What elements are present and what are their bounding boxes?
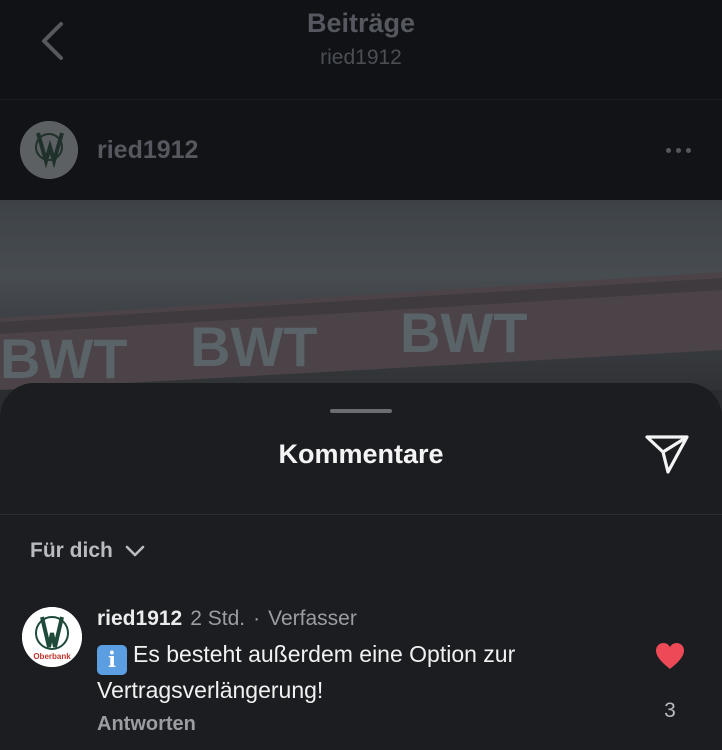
comment-text: i Es besteht außerdem eine Option zur Ver… [97, 639, 637, 705]
avatar[interactable]: Oberbank [22, 607, 82, 667]
oberbank-logo-text: Oberbank [33, 652, 71, 661]
info-emoji-icon: i [97, 645, 127, 675]
author-badge: Verfasser [268, 607, 357, 630]
page-subtitle: ried1912 [320, 46, 402, 69]
club-logo-icon [20, 121, 78, 179]
like-count: 3 [664, 699, 676, 722]
comment-header: ried1912 2 Std. · Verfasser [97, 607, 357, 631]
reply-button[interactable]: Antworten [97, 713, 196, 736]
post-username[interactable]: ried1912 [97, 136, 198, 165]
divider [0, 514, 722, 515]
banner-text-3: BWT [400, 301, 528, 364]
banner-text-2: BWT [190, 315, 318, 378]
chevron-down-icon [125, 545, 145, 557]
heart-icon[interactable] [654, 641, 686, 671]
comments-sheet: Kommentare Für dich Oberbank ried1912 2 … [0, 383, 722, 750]
comment-filter-dropdown[interactable]: Für dich [30, 539, 145, 563]
comment-time: 2 Std. [190, 607, 246, 630]
banner-text-1: BWT [0, 327, 128, 390]
send-icon[interactable] [644, 433, 690, 475]
post-header: ried1912 [0, 100, 722, 200]
comment-body: Es besteht außerdem eine Option zur Vert… [97, 641, 516, 703]
more-horizontal-icon[interactable] [666, 140, 698, 160]
avatar[interactable] [20, 121, 78, 179]
top-navigation-bar: Beiträge ried1912 [0, 0, 722, 100]
sheet-title: Kommentare [278, 439, 444, 469]
meta-separator: · [253, 607, 261, 630]
club-logo-icon: Oberbank [22, 607, 82, 667]
comment-item: Oberbank ried1912 2 Std. · Verfasser i Es… [0, 599, 722, 749]
page-title: Beiträge [306, 8, 416, 38]
comment-username[interactable]: ried1912 [97, 607, 182, 631]
sheet-drag-handle[interactable] [330, 409, 392, 413]
filter-label: Für dich [30, 539, 113, 562]
